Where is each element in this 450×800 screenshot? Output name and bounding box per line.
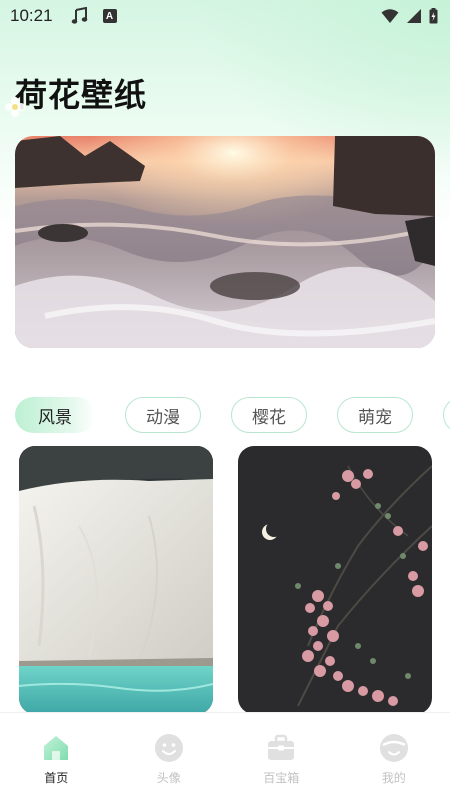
nav-mine-label: 我的 — [381, 771, 406, 785]
pink-blossoms-artwork — [238, 446, 432, 714]
wallpaper-card-pink-blossoms[interactable] — [238, 446, 432, 714]
nav-toolbox-label: 百宝箱 — [263, 771, 300, 785]
tab-scenery[interactable]: 风景 — [15, 397, 95, 433]
nav-home-label: 首页 — [44, 771, 69, 785]
tab-pets[interactable]: 萌宠 — [337, 397, 413, 433]
nav-toolbox[interactable]: 百宝箱 — [225, 713, 338, 800]
bottom-navigation: 首页 头像 百宝箱 我的 — [0, 712, 450, 800]
home-icon — [44, 736, 69, 760]
flower-decoration-icon — [5, 97, 25, 117]
a-notification-icon: A — [102, 9, 117, 23]
wifi-icon — [381, 9, 399, 23]
tab-anime[interactable]: 动漫 — [125, 397, 201, 433]
nav-avatar[interactable]: 头像 — [113, 713, 226, 800]
tab-more-partial[interactable] — [443, 397, 450, 433]
category-tabs: 风景 动漫 樱花 萌宠 — [15, 397, 450, 435]
status-left-icons: A — [71, 7, 117, 25]
toolbox-icon — [268, 734, 295, 760]
tab-sakura[interactable]: 樱花 — [231, 397, 307, 433]
signal-icon — [407, 9, 421, 23]
music-note-icon — [71, 7, 87, 24]
wallpaper-card-white-cliff[interactable] — [19, 446, 213, 714]
status-time: 10:21 — [10, 6, 53, 25]
nav-mine[interactable]: 我的 — [338, 713, 450, 800]
nav-avatar-label: 头像 — [156, 771, 181, 785]
banner-artwork — [15, 136, 435, 348]
white-cliff-artwork — [19, 446, 213, 714]
page-title: 荷花壁纸 — [15, 76, 148, 114]
status-right-icons — [381, 8, 438, 24]
battery-icon — [429, 8, 438, 24]
nav-home[interactable]: 首页 — [0, 713, 113, 800]
status-bar: 10:21 A — [0, 0, 450, 32]
banner-image-ocean-waves[interactable] — [15, 136, 435, 348]
smiley-face-icon — [154, 734, 183, 762]
profile-face-icon — [379, 734, 408, 762]
